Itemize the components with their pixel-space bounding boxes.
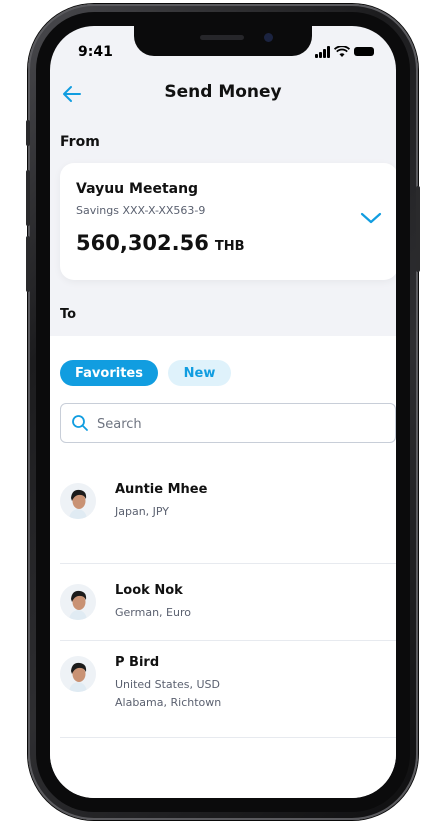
mute-switch [26,120,30,146]
tab-new[interactable]: New [168,360,231,386]
contact-country: German, Euro [115,606,191,619]
avatar [60,584,96,620]
contact-name: Look Nok [115,583,183,598]
power-button [416,186,420,272]
page-title: Send Money [164,82,282,102]
divider [60,737,396,738]
status-icons [315,44,374,58]
speaker-grille [200,35,244,40]
wifi-icon [334,46,350,57]
contact-item[interactable]: P Bird United States, USD Alabama, Richt… [50,641,396,737]
account-balance: 560,302.56 THB [76,231,245,255]
account-number: Savings XXX-X-XX563-9 [76,204,206,217]
search-input[interactable] [95,410,389,438]
balance-amount: 560,302.56 [76,231,209,255]
from-label: From [60,134,100,150]
avatar [60,656,96,692]
avatar [60,483,96,519]
contact-country: United States, USD [115,678,220,691]
volume-down-button [26,236,30,292]
to-label: To [60,307,77,322]
contact-item[interactable]: Look Nok German, Euro [50,564,396,640]
signal-icon [315,46,330,58]
status-time: 9:41 [78,44,113,60]
camera-icon [264,33,273,42]
contact-name: Auntie Mhee [115,482,208,497]
volume-up-button [26,170,30,226]
battery-icon [354,47,374,56]
app-screen: 9:41 Send Money From Vayuu Meetang Savin… [50,26,396,798]
contact-location: Alabama, Richtown [115,696,222,709]
balance-currency: THB [214,239,245,254]
search-box[interactable] [60,403,396,443]
from-account-card[interactable]: Vayuu Meetang Savings XXX-X-XX563-9 560,… [60,163,396,280]
chevron-down-icon[interactable] [360,211,382,225]
tab-favorites[interactable]: Favorites [60,360,158,386]
phone-notch [134,26,312,56]
device-frame: 9:41 Send Money From Vayuu Meetang Savin… [0,0,444,825]
contact-name: P Bird [115,655,160,670]
recipient-panel: Favorites New Auntie Mhee Japan, JPY [50,336,396,798]
search-icon [72,415,88,431]
contact-item[interactable]: Auntie Mhee Japan, JPY [50,462,396,540]
account-holder-name: Vayuu Meetang [76,181,199,197]
contact-country: Japan, JPY [115,505,170,518]
